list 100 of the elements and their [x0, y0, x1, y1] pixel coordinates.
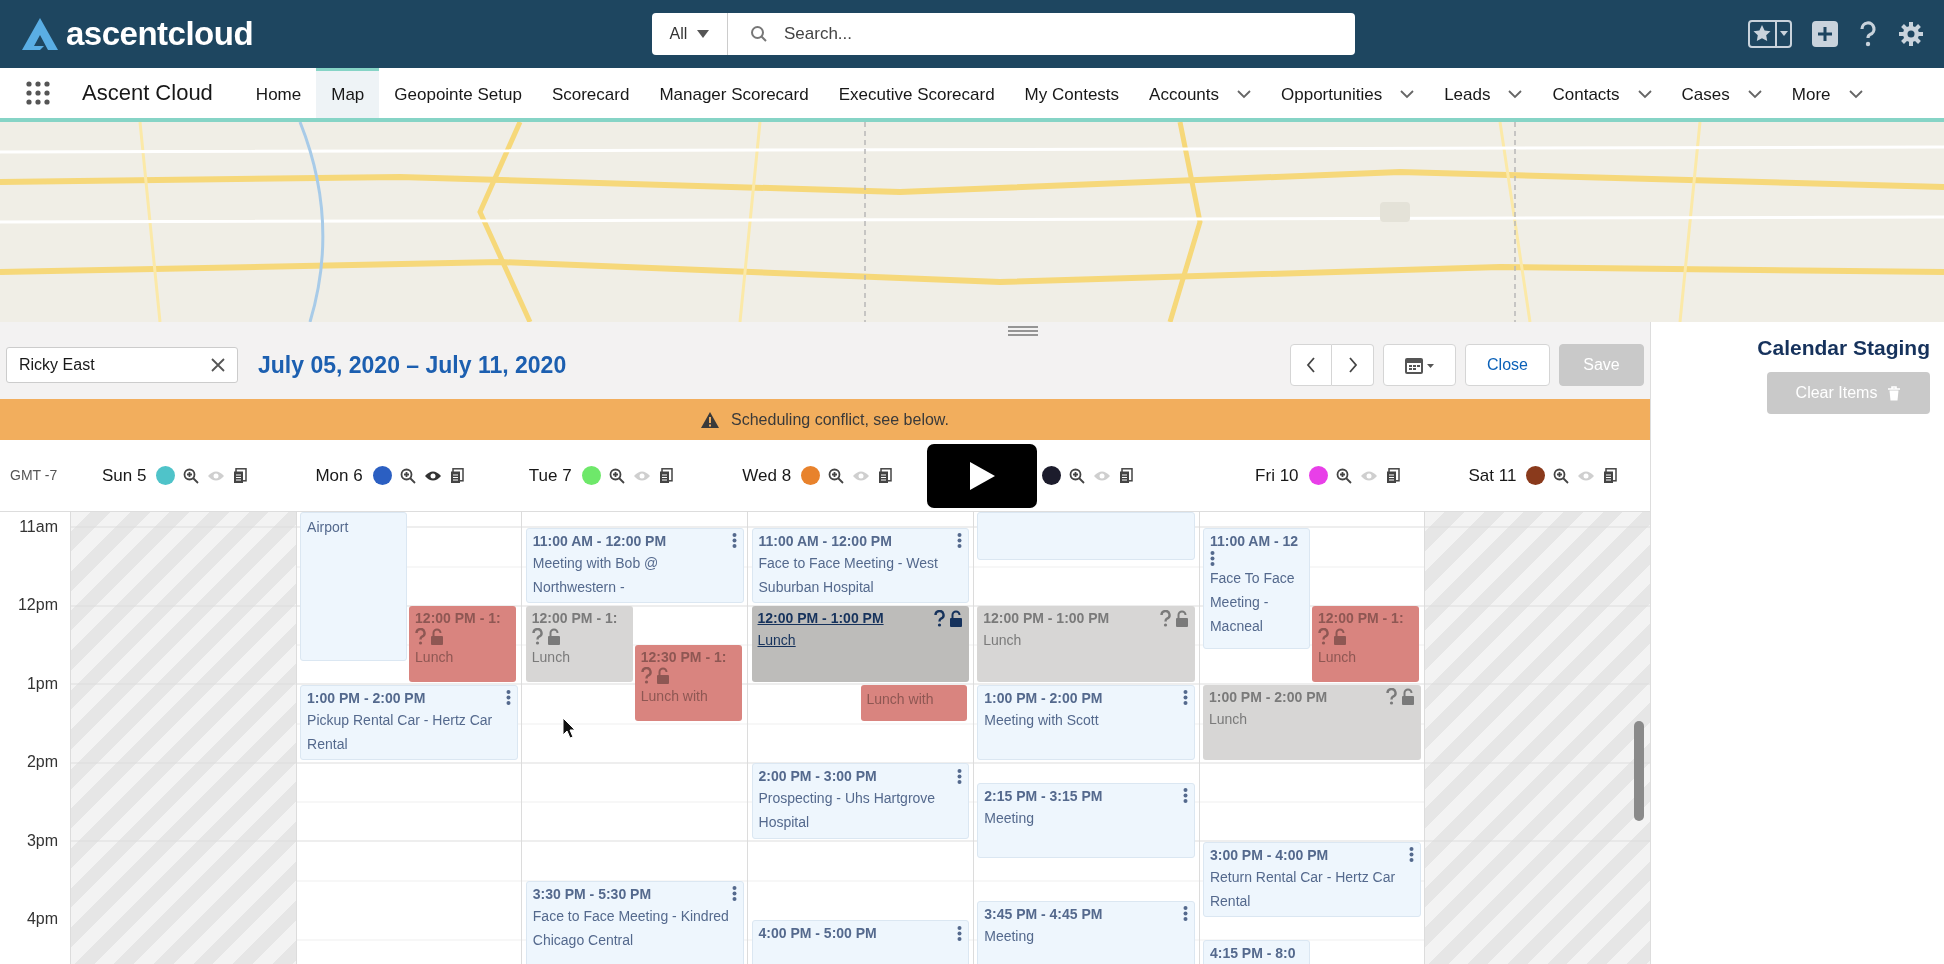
scrollbar[interactable] [1634, 721, 1644, 821]
settings-icon[interactable] [1898, 21, 1924, 47]
question-icon [1317, 628, 1329, 646]
chevron-down-icon[interactable] [1237, 90, 1252, 99]
copy-icon[interactable] [878, 467, 893, 484]
copy-icon[interactable] [658, 467, 673, 484]
question-icon [934, 609, 946, 627]
calendar-event[interactable]: 12:00 PM - 1:00 PM Lunch [977, 606, 1196, 682]
more-options-icon[interactable] [1209, 550, 1215, 566]
more-options-icon[interactable] [957, 925, 963, 941]
zoom-in-icon[interactable] [828, 467, 845, 484]
calendar-event[interactable]: 3:00 PM - 4:00 PM Return Rental Car - Hertz Car Rental [1202, 841, 1421, 918]
more-options-icon[interactable] [1183, 906, 1189, 922]
hour-label: 4pm [26, 910, 58, 929]
calendar-event[interactable]: 1:00 PM - 2:00 PM Meeting with Scott [977, 684, 1196, 761]
nav-tab[interactable]: Manager Scorecard [644, 68, 824, 118]
chevron-down-icon[interactable] [1747, 90, 1762, 99]
copy-icon[interactable] [1603, 467, 1618, 484]
more-options-icon[interactable] [731, 886, 737, 902]
timezone-label: GMT -7 [9, 466, 59, 483]
calendar-event[interactable]: 1:00 PM - 2:00 PM Lunch [1202, 684, 1421, 761]
zoom-in-icon[interactable] [1068, 467, 1085, 484]
chevron-down-icon[interactable] [1508, 90, 1523, 99]
calendar-event[interactable]: 2:00 PM - 3:00 PM Prospecting - Uhs Hartgrove Hospital [751, 763, 970, 839]
play-icon [967, 461, 996, 491]
copy-icon[interactable] [233, 467, 248, 484]
lock-icon [546, 628, 561, 646]
zoom-in-icon[interactable] [183, 467, 200, 484]
question-icon [1385, 688, 1397, 706]
calendar-event[interactable]: Airport [300, 512, 407, 661]
more-options-icon[interactable] [1183, 690, 1189, 706]
nav-tab[interactable]: Executive Scorecard [823, 68, 1010, 118]
calendar-event[interactable]: 1:00 PM - 2:00 PM Pickup Rental Car - Hertz Car Rental [300, 684, 519, 761]
copy-icon[interactable] [449, 467, 464, 484]
warning-icon [701, 411, 720, 428]
search-scope-dropdown[interactable]: All [652, 13, 728, 55]
nav-tab[interactable]: Geopointe Setup [379, 68, 537, 118]
day-label: Sat 11 [1468, 465, 1517, 486]
calendar-event[interactable]: 3:30 PM - 5:30 PM Face to Face Meeting - Kindred Chicago Central [525, 880, 744, 964]
mouse-cursor-icon [562, 717, 576, 739]
calendar-event[interactable]: 12:00 PM - 1:00 PM Lunch [751, 606, 970, 682]
question-icon [1160, 609, 1172, 627]
day-label: Tue 7 [528, 465, 572, 486]
more-options-icon[interactable] [1408, 847, 1414, 863]
calendar-view-button[interactable] [1383, 344, 1456, 386]
more-options-icon[interactable] [957, 533, 963, 549]
trash-icon [1887, 385, 1902, 401]
calendar-event[interactable]: 4:00 PM - 5:00 PM [751, 920, 970, 964]
lock-icon [655, 667, 670, 685]
calendar-event[interactable]: 11:00 AM - 12:00 PM Face to Face Meeting - West Suburban Hospital [751, 527, 970, 604]
user-filter-field[interactable]: Ricky East [6, 347, 238, 383]
calendar-event[interactable]: 11:00 AM - 12 Face To Face Meeting - Macneal [1202, 527, 1310, 649]
add-icon[interactable] [1812, 21, 1838, 47]
zoom-in-icon[interactable] [399, 467, 416, 484]
nav-tab[interactable]: Leads [1429, 68, 1538, 118]
more-options-icon[interactable] [731, 533, 737, 549]
nav-tab[interactable]: Accounts [1134, 68, 1267, 118]
calendar-event[interactable]: 4:15 PM - 8:0 [1202, 939, 1310, 964]
calendar-event[interactable]: 12:00 PM - 1: Lunch [525, 606, 633, 682]
chevron-down-icon[interactable] [1848, 90, 1863, 99]
nav-tab[interactable]: Scorecard [536, 68, 645, 118]
more-options-icon[interactable] [1183, 788, 1189, 804]
search-bar[interactable]: All Search... [652, 13, 1355, 55]
nav-tab[interactable]: Opportunities [1266, 68, 1430, 118]
hour-label: 11am [19, 517, 58, 536]
eye-icon[interactable] [423, 469, 442, 482]
more-options-icon[interactable] [957, 768, 963, 784]
help-icon[interactable] [1858, 21, 1878, 47]
zoom-in-icon[interactable] [1553, 467, 1570, 484]
logo-icon [20, 16, 60, 52]
video-play-button[interactable] [926, 444, 1037, 508]
nav-tab[interactable]: My Contests [1009, 68, 1135, 118]
logo-text: ascentcloud [66, 15, 254, 53]
caret-icon [697, 30, 710, 38]
drag-handle-icon[interactable] [1007, 326, 1038, 336]
clear-icon[interactable] [211, 358, 225, 372]
chevron-down-icon[interactable] [1637, 90, 1652, 99]
nav-tab[interactable]: Contacts [1537, 68, 1667, 118]
app-launcher-icon[interactable] [26, 81, 50, 105]
chevron-left-icon [1306, 357, 1316, 373]
favorites-icon[interactable] [1748, 20, 1792, 48]
more-options-icon[interactable] [506, 690, 512, 706]
hour-label: 2pm [26, 753, 58, 772]
close-button[interactable]: Close [1465, 344, 1550, 386]
nav-tab[interactable]: More [1776, 68, 1878, 118]
calendar-event[interactable]: 3:45 PM - 4:45 PM Meeting [977, 900, 1196, 964]
search-icon [750, 25, 768, 43]
lock-icon [1332, 628, 1347, 646]
nav-tab[interactable]: Cases [1666, 68, 1777, 118]
nav-tab[interactable]: Map [316, 68, 380, 118]
chevron-down-icon[interactable] [1400, 90, 1415, 99]
zoom-in-icon[interactable] [1335, 467, 1352, 484]
nav-tab[interactable]: Home [240, 68, 317, 118]
zoom-in-icon[interactable] [608, 467, 625, 484]
copy-icon[interactable] [1385, 467, 1400, 484]
calendar-event[interactable]: 11:00 AM - 12:00 PM Meeting with Bob @ Northwestern - [525, 527, 744, 604]
copy-icon[interactable] [1118, 467, 1133, 484]
calendar-event[interactable]: 2:15 PM - 3:15 PM Meeting [977, 782, 1196, 859]
question-icon [415, 628, 427, 646]
day-label: Sun 5 [102, 465, 147, 486]
